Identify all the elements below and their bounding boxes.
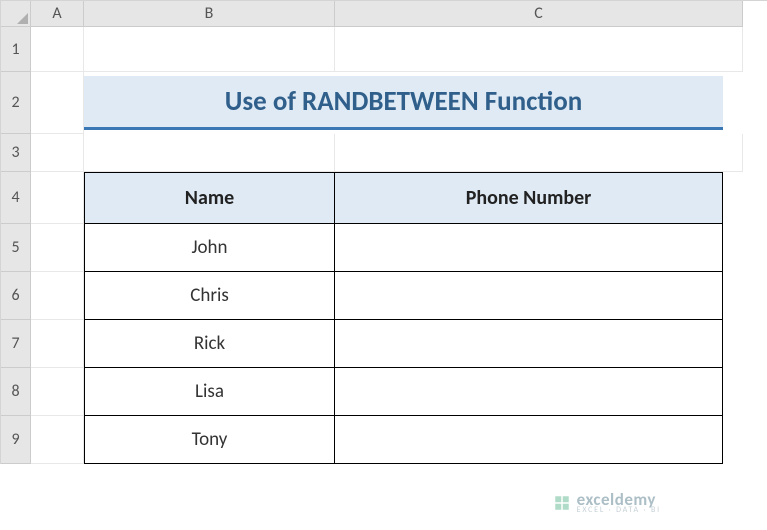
table-header-phone[interactable]: Phone Number <box>335 172 723 224</box>
row-header-2[interactable]: 2 <box>1 72 31 134</box>
col-header-b[interactable]: B <box>84 1 335 27</box>
col-header-c[interactable]: C <box>335 1 743 27</box>
row-header-4[interactable]: 4 <box>1 172 31 224</box>
cell-a9[interactable] <box>31 416 84 464</box>
cell-name-1[interactable]: John <box>84 223 335 272</box>
cell-phone-1[interactable] <box>335 223 723 272</box>
select-all-corner[interactable] <box>1 1 31 27</box>
cell-phone-4[interactable] <box>335 367 723 416</box>
cell-name-3[interactable]: Rick <box>84 319 335 368</box>
cell-c1[interactable] <box>335 27 743 72</box>
col-header-a[interactable]: A <box>31 1 84 27</box>
cell-phone-2[interactable] <box>335 271 723 320</box>
cell-name-4[interactable]: Lisa <box>84 367 335 416</box>
row-header-5[interactable]: 5 <box>1 224 31 272</box>
row-header-1[interactable]: 1 <box>1 27 31 72</box>
cell-a5[interactable] <box>31 224 84 272</box>
cell-phone-3[interactable] <box>335 319 723 368</box>
cell-a8[interactable] <box>31 368 84 416</box>
row-header-8[interactable]: 8 <box>1 368 31 416</box>
cell-a6[interactable] <box>31 272 84 320</box>
watermark: exceldemy EXCEL · DATA · BI <box>553 491 661 514</box>
cell-a2[interactable] <box>31 72 84 134</box>
cell-phone-5[interactable] <box>335 415 723 464</box>
cell-name-2[interactable]: Chris <box>84 271 335 320</box>
cell-name-5[interactable]: Tony <box>84 415 335 464</box>
cell-a4[interactable] <box>31 172 84 224</box>
row-header-9[interactable]: 9 <box>1 416 31 464</box>
row-header-3[interactable]: 3 <box>1 134 31 172</box>
spreadsheet-grid: A B C 1 2 3 4 5 6 7 8 9 Use of RANDBETWE… <box>0 0 767 464</box>
cell-a3[interactable] <box>31 134 84 172</box>
exceldemy-logo-icon <box>553 494 571 512</box>
cell-c3[interactable] <box>335 134 743 172</box>
watermark-sub: EXCEL · DATA · BI <box>577 506 661 514</box>
cell-b1[interactable] <box>84 27 335 72</box>
row-header-7[interactable]: 7 <box>1 320 31 368</box>
row-header-6[interactable]: 6 <box>1 272 31 320</box>
cell-a7[interactable] <box>31 320 84 368</box>
table-header-name[interactable]: Name <box>84 172 335 224</box>
sheet-title[interactable]: Use of RANDBETWEEN Function <box>84 76 723 130</box>
cell-b3[interactable] <box>84 134 335 172</box>
cell-a1[interactable] <box>31 27 84 72</box>
